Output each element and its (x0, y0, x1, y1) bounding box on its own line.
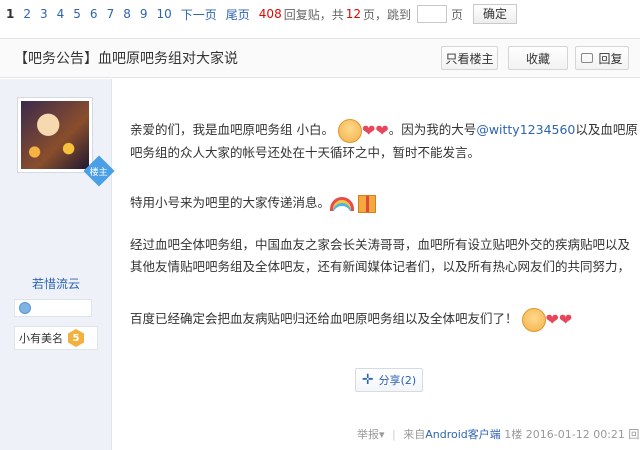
page-link-10[interactable]: 10 (156, 7, 171, 21)
smile-emoji-icon (521, 307, 546, 332)
rank-level: 5 (68, 329, 84, 347)
report-dropdown-icon[interactable]: ▾ (379, 428, 385, 441)
post-line-2: 吧务组的众人大家的帐号还处在十天循环之中，暂时不能发言。 (130, 145, 481, 160)
post-line-4: 经过血吧全体吧务组，中国血友之家会长关涛哥哥，血吧所有设立贴吧外交的疾病贴吧以及 (130, 237, 631, 252)
share-icon: ✛ (361, 372, 374, 388)
page-link-9[interactable]: 9 (140, 7, 148, 21)
post-text-1b: 。因为我的大号 (388, 122, 477, 137)
avatar-frame[interactable] (17, 97, 93, 173)
last-page-link[interactable]: 尾页 (226, 6, 250, 23)
pagination-bar: 1 2 3 4 5 6 7 8 9 10 下一页 尾页 408 回复贴，共 12… (0, 0, 640, 28)
username[interactable]: 若惜流云 (0, 275, 112, 292)
post-text-1a: 亲爱的们，我是血吧原吧务组 小白。 (130, 122, 334, 137)
page-suffix-label: 页 (451, 7, 464, 22)
post-text-2: 特用小号来为吧里的大家传递消息。 (130, 195, 331, 210)
post-text-4: 百度已经确定会把血友病贴吧归还给血吧原吧务组以及全体吧友们了！ (130, 311, 518, 326)
only-owner-button[interactable]: 只看楼主 (441, 46, 498, 70)
reply-button[interactable]: 回复 (575, 46, 629, 70)
page-count-label: 页，跳到 (363, 7, 412, 22)
only-owner-label: 只看楼主 (445, 51, 494, 66)
post-line-1: 亲爱的们，我是血吧原吧务组 小白。 ❤❤。因为我的大号@witty1234560以… (130, 118, 638, 143)
page-link-8[interactable]: 8 (123, 7, 131, 21)
page-count: 12 (345, 7, 361, 21)
confirm-jump-button[interactable]: 确定 (473, 4, 518, 24)
user-sidebar: 楼主 若惜流云 小有美名 5 (0, 79, 115, 450)
level-icon (19, 302, 31, 314)
heart-emoji-icon: ❤❤ (545, 309, 573, 329)
page-link-1[interactable]: 1 (6, 7, 14, 21)
heart-emoji-icon: ❤❤ (361, 120, 389, 140)
share-button[interactable]: ✛ 分享 (2) (355, 368, 423, 392)
post-line-5: 其他友情贴吧吧务组及全体吧友，还有新闻媒体记者们，以及所有热心网友们的共同努力， (130, 259, 631, 274)
footer-reply-link[interactable]: 回复 (628, 428, 640, 441)
page-link-3[interactable]: 3 (40, 7, 48, 21)
reply-count-label: 回复贴，共 (283, 7, 344, 22)
next-page-link[interactable]: 下一页 (181, 6, 217, 23)
share-count: (2) (400, 373, 417, 387)
share-label: 分享 (378, 374, 401, 387)
jump-page-input[interactable] (417, 5, 448, 23)
floor-label: 1楼 (504, 428, 523, 441)
client-link[interactable]: Android客户端 (425, 428, 501, 441)
reply-icon (581, 53, 594, 63)
post-time: 2016-01-12 00:21 (525, 428, 625, 441)
post-line-6: 百度已经确定会把血友病贴吧归还给血吧原吧务组以及全体吧友们了！ ❤❤ (130, 307, 572, 332)
smile-emoji-icon (337, 118, 362, 143)
page-link-5[interactable]: 5 (73, 7, 81, 21)
favorite-button[interactable]: 收藏 (508, 46, 568, 70)
favorite-label: 收藏 (525, 51, 550, 66)
owner-badge-label: 楼主 (89, 167, 109, 178)
reply-count: 408 (258, 7, 282, 21)
from-label: 来自 (403, 428, 426, 441)
thread-title: 【吧务公告】血吧原吧务组对大家说 (14, 51, 238, 67)
page-link-2[interactable]: 2 (23, 7, 31, 21)
footer-divider: | (392, 428, 396, 441)
thread-header: 【吧务公告】血吧原吧务组对大家说 只看楼主 收藏 回复 (0, 38, 640, 78)
mention-link[interactable]: @witty1234560 (476, 122, 575, 137)
post-text-1c: 以及血吧原 (575, 122, 638, 137)
page-link-6[interactable]: 6 (90, 7, 98, 21)
level-bar (14, 299, 92, 317)
rainbow-emoji-icon (330, 196, 355, 211)
page-link-4[interactable]: 4 (57, 7, 65, 21)
gift-emoji-icon (358, 194, 377, 213)
post-line-3: 特用小号来为吧里的大家传递消息。 (130, 191, 377, 215)
page-link-7[interactable]: 7 (107, 7, 115, 21)
rank-badge[interactable]: 小有美名 5 (14, 326, 98, 350)
avatar[interactable] (21, 101, 89, 169)
report-link[interactable]: 举报 (357, 428, 379, 441)
rank-label: 小有美名 (19, 332, 63, 345)
reply-label: 回复 (598, 51, 623, 66)
post-footer: 举报▾ | 来自Android客户端 1楼 2016-01-12 00:21 回… (357, 426, 640, 442)
